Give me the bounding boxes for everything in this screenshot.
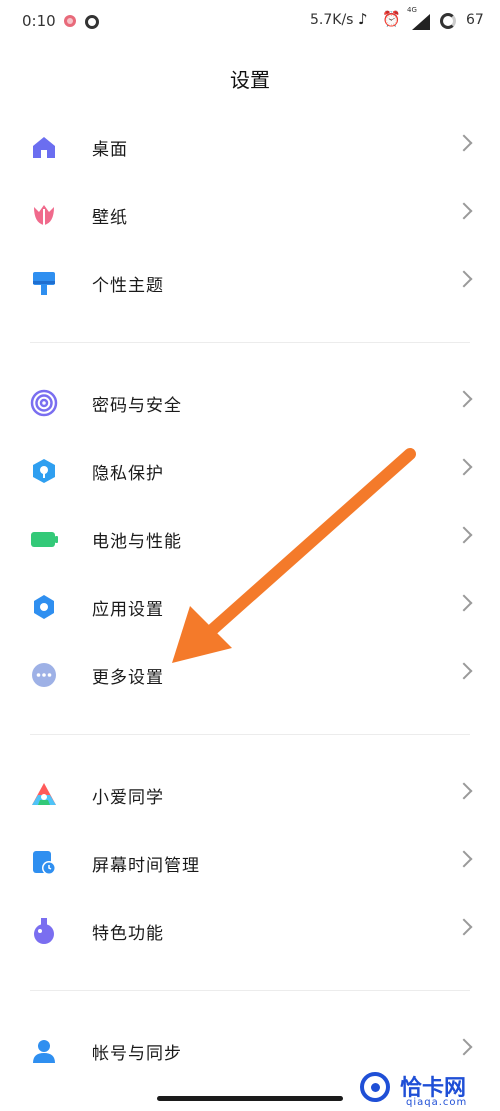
chevron-right-icon [455,918,473,936]
watermark: 恰卡网 qiaqa.com [360,1066,500,1111]
setting-item-label: 更多设置 [92,668,164,688]
flask-icon [34,918,54,944]
chevron-right-icon [455,526,473,544]
setting-item-desktop[interactable]: 桌面 [0,113,500,181]
setting-item-more-settings[interactable]: 更多设置 [0,641,500,709]
status-time: 0:10 [22,12,56,30]
setting-item-label: 屏幕时间管理 [92,856,200,876]
chevron-right-icon [455,1038,473,1056]
chevron-right-icon [455,594,473,612]
setting-item-themes[interactable]: 个性主题 [0,249,500,317]
setting-item-xiaoai[interactable]: 小爱同学 [0,761,500,829]
setting-item-label: 个性主题 [92,276,164,296]
chevron-right-icon [455,458,473,476]
settings-group-personalization: 桌面 壁纸 个性主题 [0,113,500,317]
notification-app-icon [64,15,76,27]
alarm-icon: ⏰ [382,10,401,28]
paint-brush-icon [33,272,55,295]
setting-item-label: 壁纸 [92,208,128,228]
setting-item-password-security[interactable]: 密码与安全 [0,369,500,437]
watermark-subtext: qiaqa.com [406,1097,468,1108]
signal-icon [412,14,430,30]
tulip-icon [34,205,54,225]
setting-item-label: 密码与安全 [92,396,182,416]
setting-item-label: 帐号与同步 [92,1044,182,1064]
earbuds-icon: ♪ [358,10,368,28]
home-indicator[interactable] [157,1096,343,1101]
setting-item-wallpaper[interactable]: 壁纸 [0,181,500,249]
setting-item-app-settings[interactable]: 应用设置 [0,573,500,641]
watermark-logo-icon [360,1072,390,1102]
chevron-right-icon [455,390,473,408]
person-icon [33,1040,55,1063]
chevron-right-icon [455,202,473,220]
setting-item-label: 特色功能 [92,924,164,944]
setting-item-label: 应用设置 [92,600,164,620]
home-icon [33,137,55,158]
battery-icon [31,532,58,547]
setting-item-screen-time[interactable]: 屏幕时间管理 [0,829,500,897]
setting-item-special-features[interactable]: 特色功能 [0,897,500,965]
group-divider [30,342,470,343]
network-type: 4G [407,6,417,14]
setting-item-label: 小爱同学 [92,788,164,808]
chevron-right-icon [455,270,473,288]
setting-item-label: 电池与性能 [92,532,182,552]
status-bar: 0:10 5.7K/s ♪ ⏰ 4G 67 [0,0,500,44]
screen-time-icon [33,851,56,875]
group-divider [30,734,470,735]
page-title: 设置 [230,68,270,92]
chevron-right-icon [455,850,473,868]
settings-group-features: 小爱同学 屏幕时间管理 特色功能 [0,761,500,965]
more-dots-icon [32,663,56,687]
chevron-right-icon [455,782,473,800]
notification-ring-icon [85,15,99,29]
setting-item-label: 桌面 [92,140,128,160]
fingerprint-icon [30,389,58,417]
chevron-right-icon [455,134,473,152]
group-divider [30,990,470,991]
settings-group-system: 密码与安全 隐私保护 电池与性能 应用设置 更多设置 [0,369,500,709]
chevron-right-icon [455,662,473,680]
privacy-shield-icon [33,459,55,483]
battery-ring-icon [440,13,456,29]
gear-icon [34,595,54,619]
battery-level: 67 [466,12,484,28]
network-speed: 5.7K/s [310,12,354,28]
xiaoai-icon [32,783,56,805]
setting-item-battery-performance[interactable]: 电池与性能 [0,505,500,573]
setting-item-label: 隐私保护 [92,464,164,484]
setting-item-privacy[interactable]: 隐私保护 [0,437,500,505]
